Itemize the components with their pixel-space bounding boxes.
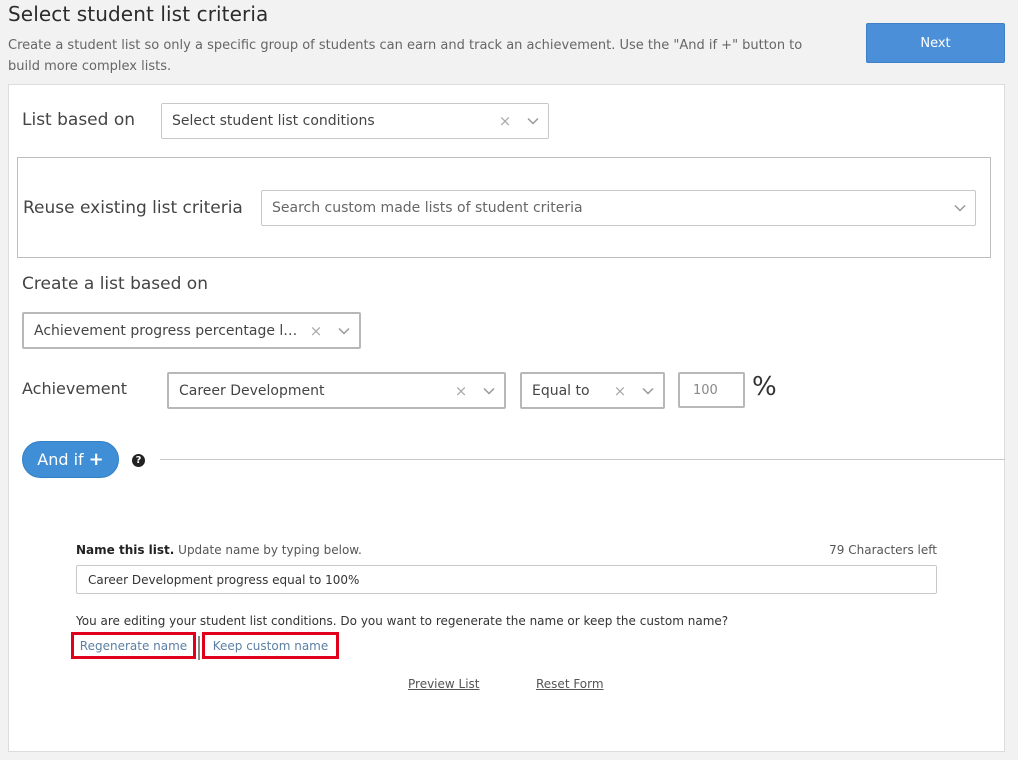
achievement-select[interactable]: Career Development ×	[167, 372, 506, 409]
editing-message: You are editing your student list condit…	[76, 614, 729, 628]
create-list-label: Create a list based on	[22, 274, 208, 294]
clear-icon[interactable]: ×	[492, 112, 518, 130]
next-button[interactable]: Next	[866, 23, 1005, 63]
page-description: Create a student list so only a specific…	[8, 38, 803, 74]
percentage-input[interactable]: 100	[678, 372, 745, 408]
achievement-value: Career Development	[179, 382, 325, 399]
reuse-criteria-label: Reuse existing list criteria	[23, 198, 243, 218]
regenerate-name-button[interactable]: Regenerate name	[71, 632, 196, 659]
and-if-button[interactable]: And if +	[22, 441, 119, 478]
list-based-on-label: List based on	[22, 110, 136, 130]
name-list-label-bold: Name this list.	[76, 543, 175, 557]
reset-form-link[interactable]: Reset Form	[536, 677, 604, 691]
help-icon[interactable]: ?	[132, 454, 145, 467]
create-list-select[interactable]: Achievement progress percentage le… ×	[22, 312, 361, 349]
and-if-label: And if	[37, 450, 84, 469]
link-separator	[198, 636, 200, 660]
clear-icon[interactable]: ×	[607, 382, 633, 400]
chevron-down-icon[interactable]	[474, 387, 504, 395]
create-list-value: Achievement progress percentage le…	[34, 322, 303, 339]
list-conditions-value: Select student list conditions	[172, 113, 375, 129]
name-list-label: Name this list. Update name by typing be…	[76, 543, 362, 557]
chevron-down-icon[interactable]	[518, 117, 548, 125]
preview-list-link[interactable]: Preview List	[408, 677, 480, 691]
percent-sign: %	[752, 372, 777, 402]
characters-left: 79 Characters left	[829, 543, 937, 557]
clear-icon[interactable]: ×	[448, 382, 474, 400]
reuse-criteria-select[interactable]: Search custom made lists of student crit…	[261, 190, 976, 226]
achievement-label: Achievement	[22, 379, 128, 398]
page-title: Select student list criteria	[8, 2, 269, 26]
list-name-input[interactable]: Career Development progress equal to 100…	[76, 565, 937, 594]
chevron-down-icon[interactable]	[329, 327, 359, 335]
reuse-criteria-placeholder: Search custom made lists of student crit…	[272, 200, 583, 216]
keep-custom-name-button[interactable]: Keep custom name	[202, 632, 339, 659]
name-list-label-rest: Update name by typing below.	[174, 543, 362, 557]
operator-value: Equal to	[532, 382, 590, 399]
clear-icon[interactable]: ×	[303, 322, 329, 340]
plus-icon: +	[88, 449, 104, 470]
divider	[160, 459, 1005, 460]
operator-select[interactable]: Equal to ×	[520, 372, 665, 409]
list-conditions-select[interactable]: Select student list conditions ×	[161, 103, 549, 139]
chevron-down-icon[interactable]	[633, 387, 663, 395]
chevron-down-icon[interactable]	[945, 204, 975, 212]
